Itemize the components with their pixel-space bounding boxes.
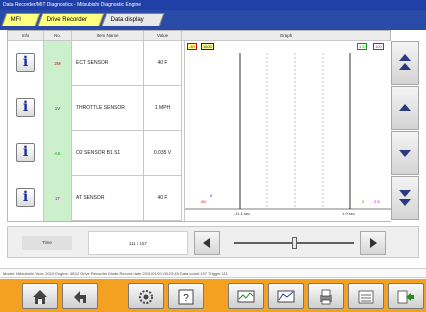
table-row: i 1V THROTTLE SENSOR 1 MPH — [8, 86, 182, 131]
table-row: i 1T AT SENSOR 40 F — [8, 176, 182, 221]
page-up-button[interactable] — [391, 41, 419, 85]
save-data-button[interactable] — [228, 283, 264, 309]
save-data-icon — [237, 290, 255, 303]
down-arrow-icon — [399, 150, 411, 157]
print-icon — [320, 289, 332, 305]
status-bar: Model: Mitsubishi Year: 2010 Engine: 4B1… — [0, 268, 426, 278]
back-button[interactable] — [62, 283, 98, 309]
item-value: 40 F — [144, 41, 182, 86]
header-no: No. — [44, 31, 72, 41]
step-back-button[interactable] — [194, 231, 220, 255]
settings-button[interactable] — [128, 283, 164, 309]
list-icon — [358, 290, 374, 304]
right-arrow-icon — [370, 238, 377, 248]
info-button[interactable]: i — [16, 143, 35, 162]
graph-plot — [185, 41, 391, 221]
list-button[interactable] — [348, 283, 384, 309]
chart-settings-icon — [277, 290, 295, 303]
item-value: 1 MPH — [144, 86, 182, 131]
back-icon — [74, 291, 86, 303]
tab-data-display-label: Data display — [110, 17, 144, 23]
time-slider-thumb[interactable] — [292, 237, 297, 249]
item-value: 40 F — [144, 176, 182, 221]
double-down-arrow-icon — [399, 190, 411, 206]
double-up-arrow-icon — [399, 54, 411, 70]
graph-tag-top-left-1: -40 — [187, 43, 197, 50]
tab-mfi[interactable]: MFI — [1, 13, 41, 26]
scroll-down-button[interactable] — [391, 131, 419, 175]
window-title: Data Recorder/MIT Diagnostics - Mitsubis… — [3, 2, 142, 8]
print-button[interactable] — [308, 283, 344, 309]
graph-tag-bottom-left-1: -40 — [200, 199, 206, 204]
info-button[interactable]: i — [16, 98, 35, 117]
status-text: Model: Mitsubishi Year: 2010 Engine: 4B1… — [3, 271, 228, 276]
tab-drive-recorder[interactable]: Drive Recorder — [37, 13, 105, 26]
bottom-toolbar: ? — [0, 279, 426, 312]
home-button[interactable] — [22, 283, 58, 309]
table-row: i AS O2 SENSOR B1 S1 0.035 V — [8, 131, 182, 176]
settings-icon — [139, 290, 153, 304]
graph-tag-bottom-right-1: 0 — [362, 199, 365, 204]
tab-data-display[interactable]: Data display — [101, 13, 165, 26]
table-row: i 2M ECT SENSOR 40 F — [8, 41, 182, 86]
graph-tag-top-left-2: 1600 — [201, 43, 214, 50]
header-graph: Graph — [182, 31, 390, 41]
up-arrow-icon — [399, 104, 411, 111]
graph-area[interactable]: -40 1600 1.5 100 -40 0 0 2.5 -11.1 sec 1… — [184, 41, 391, 221]
item-name: THROTTLE SENSOR — [72, 86, 144, 131]
svg-text:?: ? — [183, 293, 189, 304]
tab-strip: MFI Drive Recorder Data display — [0, 10, 426, 30]
graph-tag-bottom-right-2: 2.5 — [374, 199, 380, 204]
graph-tag-top-right-1: 1.5 — [357, 43, 367, 50]
header-info: Info — [8, 31, 44, 41]
step-forward-button[interactable] — [360, 231, 386, 255]
navigation-strip: Time 111 / 157 — [7, 226, 419, 258]
header-item-name: Item Name — [72, 31, 144, 41]
item-name: AT SENSOR — [72, 176, 144, 221]
time-value: 111 / 157 — [88, 231, 188, 255]
row-number: 1T — [44, 176, 72, 221]
left-arrow-icon — [203, 238, 210, 248]
info-button[interactable]: i — [16, 188, 35, 207]
help-icon: ? — [178, 289, 194, 305]
header-value: Value — [144, 31, 182, 41]
window-title-bar: Data Recorder/MIT Diagnostics - Mitsubis… — [0, 0, 426, 10]
info-button[interactable]: i — [16, 53, 35, 72]
item-value: 0.035 V — [144, 131, 182, 176]
graph-tag-top-right-2: 100 — [373, 43, 384, 50]
exit-icon — [397, 290, 414, 304]
page-down-button[interactable] — [391, 176, 419, 220]
help-button[interactable]: ? — [168, 283, 204, 309]
exit-button[interactable] — [388, 283, 424, 309]
data-panel: Info No. Item Name Value Graph i 2M ECT … — [7, 30, 391, 222]
time-label: Time — [22, 236, 72, 250]
tab-mfi-label: MFI — [10, 17, 21, 23]
tab-drive-recorder-label: Drive Recorder — [46, 17, 87, 23]
row-number: AS — [44, 131, 72, 176]
item-name: ECT SENSOR — [72, 41, 144, 86]
row-number: 1V — [44, 86, 72, 131]
graph-tag-bottom-left-2: 0 — [210, 193, 213, 198]
graph-x-label-right: 1.9 sec — [342, 211, 355, 216]
item-name: O2 SENSOR B1 S1 — [72, 131, 144, 176]
row-number: 2M — [44, 41, 72, 86]
scroll-controls — [391, 41, 419, 221]
home-icon — [33, 290, 47, 304]
chart-settings-button[interactable] — [268, 283, 304, 309]
scroll-up-button[interactable] — [391, 86, 419, 130]
graph-x-label-left: -11.1 sec — [234, 211, 251, 216]
